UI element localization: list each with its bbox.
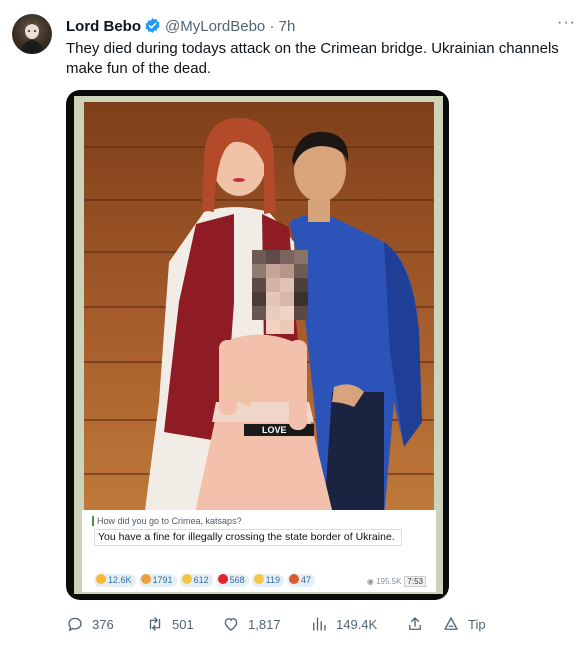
- views-button[interactable]: 149.4K: [310, 614, 377, 636]
- reply-count: 376: [92, 617, 114, 632]
- verified-badge-icon: [144, 17, 161, 40]
- reaction-laughing: 612: [179, 574, 213, 588]
- avatar[interactable]: [12, 14, 52, 54]
- family-photo: LOVE: [84, 102, 434, 518]
- share-button[interactable]: [406, 614, 432, 636]
- retweet-count: 501: [172, 617, 194, 632]
- eye-icon: ◉: [366, 577, 377, 586]
- reaction-count: 12.6K: [108, 575, 132, 586]
- angry-face-icon: [288, 574, 299, 585]
- share-icon: [409, 617, 421, 630]
- tip-label: Tip: [468, 617, 486, 632]
- crying-face-icon: [253, 574, 264, 585]
- reaction-count: 119: [265, 575, 280, 586]
- retweet-button[interactable]: 501: [146, 614, 194, 636]
- message-views: 195.5K: [376, 577, 402, 586]
- retweet-icon: [149, 617, 161, 631]
- like-count: 1,817: [248, 617, 281, 632]
- reply-button[interactable]: 376: [66, 614, 114, 636]
- tweet-media[interactable]: LOVE How did you go to Crimea, katsaps? …: [66, 90, 449, 600]
- reply-icon: [68, 617, 82, 632]
- tip-icon: [444, 617, 458, 630]
- reaction-count: 612: [193, 575, 209, 586]
- thumbs-up-icon: [96, 574, 106, 585]
- tweet-header: Lord Bebo @MyLordBebo · 7h: [66, 17, 295, 40]
- tweet-text: They died during todays attack on the Cr…: [66, 40, 559, 77]
- message-time: 7:53: [404, 576, 426, 587]
- party-popper-icon: [140, 574, 151, 585]
- reaction-angry: 47: [286, 574, 315, 588]
- author-name[interactable]: Lord Bebo: [66, 18, 141, 35]
- reaction-thumbs-up: 12.6K: [94, 574, 136, 588]
- reaction-count: 47: [300, 575, 311, 586]
- message-text: You have a fine for illegally crossing t…: [94, 529, 402, 546]
- heart-outline-icon: [224, 618, 238, 631]
- reaction-count: 568: [229, 575, 245, 586]
- telegram-message: How did you go to Crimea, katsaps? You h…: [82, 510, 436, 592]
- analytics-icon: [313, 617, 326, 631]
- more-options-icon[interactable]: ···: [557, 14, 576, 32]
- tip-button[interactable]: Tip: [442, 614, 486, 636]
- timestamp[interactable]: 7h: [279, 18, 296, 35]
- tweet-actions: 376 501 1,817 149.4K Tip: [66, 614, 506, 636]
- reaction-party: 1791: [138, 574, 177, 588]
- like-button[interactable]: 1,817: [222, 614, 281, 636]
- author-handle[interactable]: @MyLordBebo: [165, 18, 265, 35]
- reaction-count: 1791: [152, 575, 173, 586]
- views-count: 149.4K: [336, 617, 378, 632]
- message-meta: ◉ 195.5K 7:53: [367, 576, 426, 587]
- reply-quote: How did you go to Crimea, katsaps?: [92, 516, 242, 526]
- reaction-crying: 119: [251, 574, 284, 588]
- reaction-heart: 568: [215, 574, 249, 588]
- laughing-face-icon: [181, 574, 192, 585]
- shirt-text: LOVE: [262, 425, 287, 435]
- telegram-screenshot: LOVE How did you go to Crimea, katsaps? …: [74, 96, 443, 594]
- reactions-bar: 12.6K 1791 612 568 119 47: [94, 572, 318, 588]
- heart-icon: [217, 574, 228, 585]
- separator: ·: [269, 18, 275, 35]
- tweet[interactable]: Lord Bebo @MyLordBebo · 7h ··· They died …: [0, 0, 588, 645]
